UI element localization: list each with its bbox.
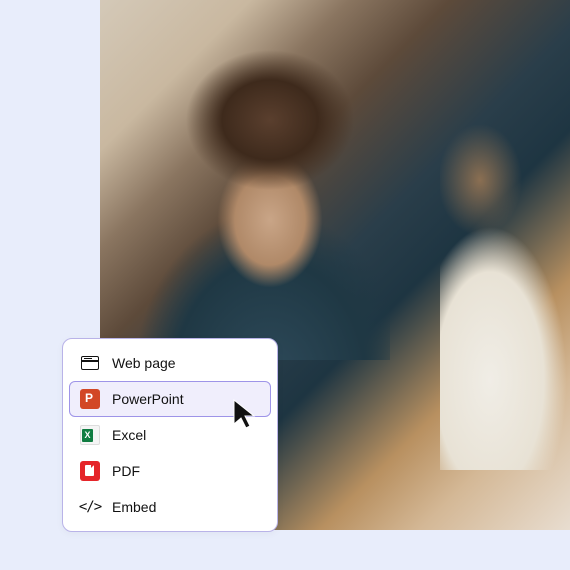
excel-icon bbox=[80, 425, 100, 445]
menu-item-label: PDF bbox=[112, 463, 140, 479]
menu-item-excel[interactable]: Excel bbox=[69, 417, 271, 453]
pdf-icon bbox=[80, 461, 100, 481]
menu-item-label: Web page bbox=[112, 355, 176, 371]
menu-item-webpage[interactable]: Web page bbox=[69, 345, 271, 381]
menu-item-label: Excel bbox=[112, 427, 146, 443]
menu-item-pdf[interactable]: PDF bbox=[69, 453, 271, 489]
powerpoint-icon bbox=[80, 389, 100, 409]
menu-item-embed[interactable]: </> Embed bbox=[69, 489, 271, 525]
webpage-icon bbox=[80, 353, 100, 373]
menu-item-label: PowerPoint bbox=[112, 391, 184, 407]
export-menu: Web page PowerPoint Excel PDF </> Embed bbox=[62, 338, 278, 532]
menu-item-label: Embed bbox=[112, 499, 156, 515]
embed-icon: </> bbox=[80, 497, 100, 517]
menu-item-powerpoint[interactable]: PowerPoint bbox=[69, 381, 271, 417]
